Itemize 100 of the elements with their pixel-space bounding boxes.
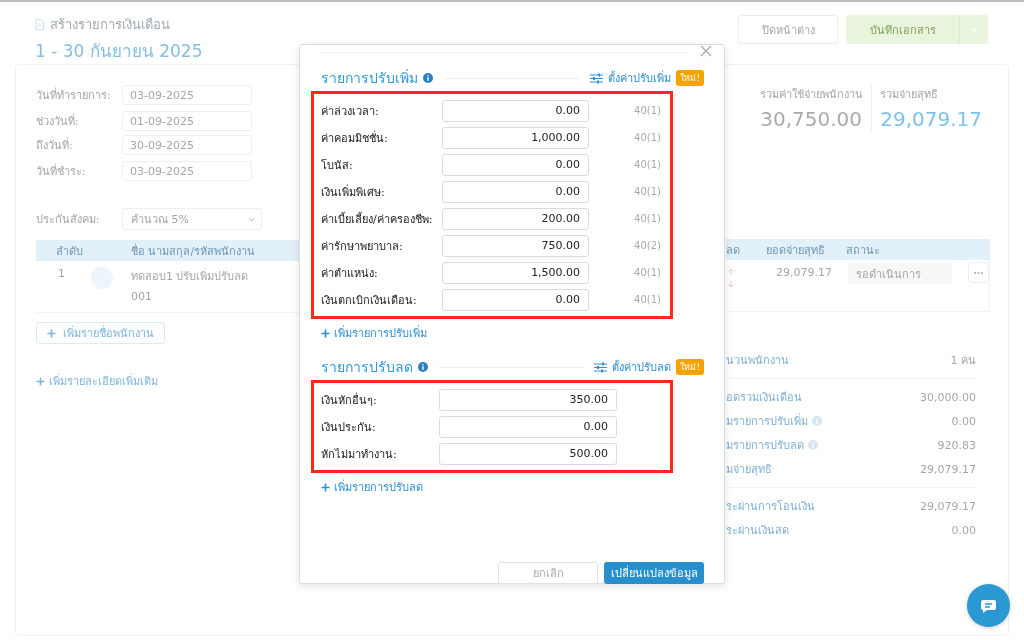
down-arrow-icon (728, 281, 734, 288)
save-split-button[interactable]: บันทึกเอกสาร (846, 15, 988, 44)
add-item-link[interactable]: เพิ่มรายการปรับลด (321, 478, 423, 496)
field-label: เงินเพิ่มพิเศษ: (321, 183, 386, 201)
page-title: สร้างรายการเงินเดือน (50, 16, 170, 34)
summary-value: 920.83 (937, 438, 976, 452)
date-field[interactable]: 01-09-2025 (122, 111, 252, 131)
pay-period: 1 - 30 กันยายน 2025 (35, 41, 203, 61)
cancel-button[interactable]: ยกเลิก (498, 562, 598, 584)
tax-code: 40(1) (634, 105, 661, 116)
add-employee-button[interactable]: เพิ่มรายชื่อพนักงาน (36, 322, 165, 344)
more-options-button[interactable] (968, 262, 989, 283)
total-label: รวมค่าใช้จ่ายพนักงาน (760, 87, 864, 103)
settings-link[interactable]: ตั้งค่าปรับเพิ่ม (590, 69, 672, 87)
summary-value: 30,000.00 (920, 390, 976, 404)
new-badge: ใหม่! (676, 359, 704, 375)
summary-label: มจ่ายสุทธิ (726, 462, 772, 478)
summary-value: 0.00 (951, 414, 976, 428)
field-label: ค่าเบี้ยเลี้ยง/ค่าครองชีพ: (321, 211, 434, 228)
field-label: เงินตกเบิกเงินเดือน: (321, 292, 418, 309)
form-label: วันที่ทำรายการ: (36, 86, 112, 104)
field-label: ค่าคอมมิชชั่น: (321, 129, 389, 147)
info-icon[interactable] (418, 362, 428, 372)
tax-code: 40(1) (634, 159, 661, 170)
amount-field[interactable]: 1,000.00 (442, 126, 590, 149)
tax-code: 40(1) (634, 186, 661, 197)
date-field[interactable]: 30-09-2025 (122, 135, 252, 155)
column-header: ชื่อ นามสกุล/รหัสพนักงาน (131, 242, 256, 260)
net-pay-cell-text: 29,079.17 (775, 266, 832, 279)
social-security-dropdown[interactable]: คำนวณ 5% (122, 208, 262, 230)
field-label: เงินประกัน: (321, 419, 377, 436)
add-details-link[interactable]: เพิ่มรายละเอียดเพิ่มเติม (36, 372, 158, 390)
summary-value: 1 คน (950, 353, 976, 369)
info-icon[interactable] (423, 73, 433, 83)
summary-label: มรายการปรับเพิ่ม (726, 412, 808, 430)
plus-icon (321, 482, 330, 492)
more-icon (974, 271, 983, 274)
summary-value: 0.00 (951, 523, 976, 537)
field-label: ค่าตำแหน่ง: (321, 265, 379, 282)
field-label: โบนัส: (321, 157, 354, 174)
summary-label: ระผ่านการโอนเงิน (726, 499, 815, 515)
form-label: ช่วงวันที่: (36, 112, 80, 130)
column-header: ลำดับ (55, 243, 84, 260)
save-document-button[interactable]: บันทึกเอกสาร (846, 15, 959, 44)
amount-field[interactable]: 1,500.00 (442, 261, 590, 284)
amount-field[interactable]: 0.00 (439, 415, 617, 438)
date-field[interactable]: 03-09-2025 (122, 85, 252, 105)
amount-field[interactable]: 750.00 (442, 234, 590, 257)
tax-code: 40(1) (634, 294, 661, 305)
field-label: หักไม่มาทำงาน: (321, 446, 398, 463)
amount-field[interactable]: 0.00 (442, 288, 590, 311)
total-label: รวมจ่ายสุทธิ (880, 87, 940, 103)
tax-code: 40(1) (634, 267, 661, 278)
summary-value: 29,079.17 (920, 499, 976, 513)
date-field[interactable]: 03-09-2025 (122, 161, 252, 181)
table-cell-text: 1 (57, 267, 66, 280)
summary-label: ระผ่านเงินสด (726, 523, 789, 539)
summary-label: มรายการปรับลด (726, 438, 804, 454)
up-arrow-icon (728, 268, 734, 275)
total-amount: 30,750.00 (760, 107, 863, 131)
tax-code: 40(1) (634, 213, 661, 224)
sliders-icon (594, 361, 608, 373)
form-label: ประกันสังคม: (36, 212, 101, 228)
amount-field[interactable]: 0.00 (442, 180, 590, 203)
field-label: เงินหักอื่นๆ: (321, 391, 378, 409)
plus-icon (321, 328, 330, 338)
add-item-link[interactable]: เพิ่มรายการปรับเพิ่ม (321, 324, 427, 342)
chevron-down-icon[interactable] (248, 216, 255, 222)
close-window-button[interactable]: ปิดหน้าต่าง (738, 15, 838, 44)
tax-code: 40(2) (634, 240, 661, 251)
employee-name: ทดสอบ1 ปรับเพิ่มปรับลด (131, 267, 249, 285)
field-label: ค่ารักษาพยาบาล: (321, 238, 404, 255)
amount-field[interactable]: 0.00 (442, 99, 590, 122)
plus-icon (47, 328, 56, 338)
total-amount: 29,079.17 (880, 107, 982, 131)
employee-code: 001 (131, 290, 153, 303)
summary-label: อดรวมเงินเดือน (726, 390, 802, 406)
save-changes-button[interactable]: เปลี่ยนแปลงข้อมูล (604, 562, 704, 584)
plus-icon (36, 376, 45, 386)
close-icon[interactable] (700, 45, 712, 57)
amount-field[interactable]: 500.00 (439, 442, 617, 465)
tax-code: 40(1) (634, 132, 661, 143)
document-icon (35, 19, 44, 30)
section-title: รายการปรับลด (321, 358, 413, 377)
summary-label: นวนพนักงาน (726, 353, 789, 369)
settings-link[interactable]: ตั้งค่าปรับลด (594, 358, 672, 376)
column-header: ยอดจ่ายสุทธิ (766, 242, 826, 259)
form-label: ถึงวันที่: (36, 136, 74, 154)
new-badge: ใหม่! (676, 70, 704, 86)
amount-field[interactable]: 350.00 (439, 388, 617, 411)
field-label: ค่าล่วงเวลา: (321, 103, 380, 120)
amount-field[interactable]: 200.00 (442, 207, 590, 230)
amount-field[interactable]: 0.00 (442, 153, 590, 176)
sliders-icon (590, 72, 604, 84)
column-header: สถานะ (846, 242, 881, 259)
column-header: ลด (726, 242, 741, 259)
summary-value: 29,079.17 (920, 462, 976, 476)
chat-button[interactable] (967, 584, 1010, 627)
chat-icon (980, 598, 997, 613)
status-label: รอดำเนินการ (848, 263, 952, 284)
